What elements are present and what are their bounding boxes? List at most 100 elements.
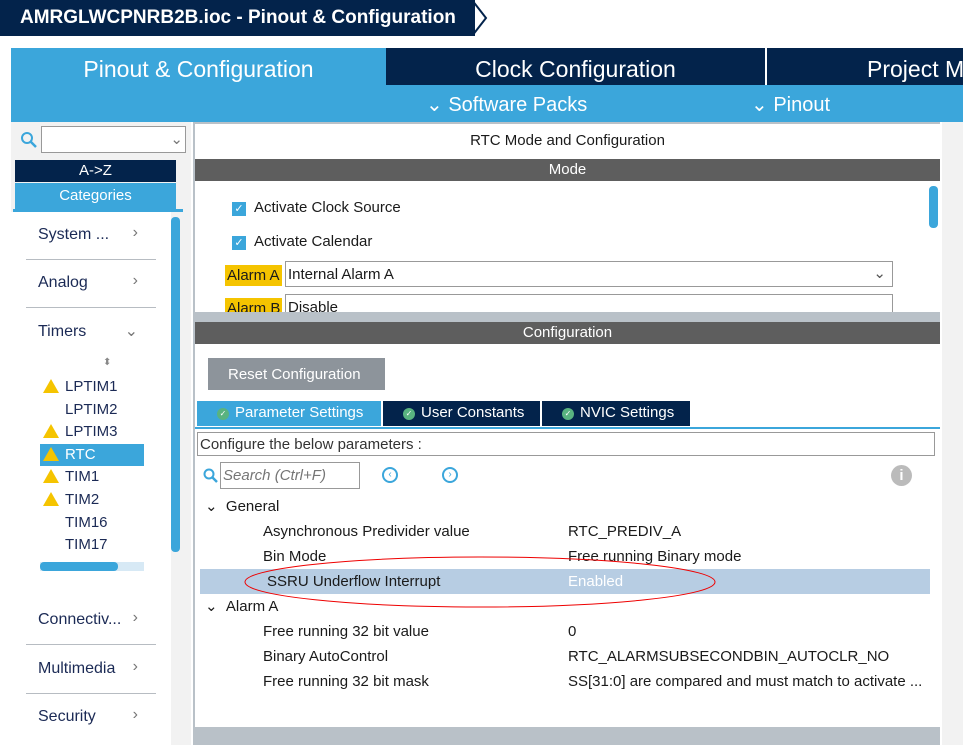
mode-header: Mode [195, 159, 940, 181]
tab-label: NVIC Settings [580, 404, 675, 421]
param-row[interactable]: Free running 32 bit value 0 [200, 619, 930, 644]
mode-panel: RTC Mode and Configuration Mode ✓ Activat… [195, 124, 940, 312]
activate-clock-checkbox[interactable]: ✓ Activate Clock Source [232, 199, 401, 216]
horizontal-scrollbar[interactable] [40, 562, 144, 571]
category-system-core[interactable]: System ... › [26, 212, 156, 260]
group-general[interactable]: ⌄ General [205, 497, 279, 515]
mode-scrollbar[interactable] [929, 186, 938, 228]
param-name: Free running 32 bit value [263, 623, 429, 640]
select-value: Internal Alarm A [288, 266, 394, 283]
software-packs-menu[interactable]: ⌄ Software Packs [426, 92, 587, 117]
category-multimedia[interactable]: Multimedia › [26, 646, 156, 694]
timer-item-lptim2[interactable]: LPTIM2 [40, 399, 144, 421]
activate-calendar-checkbox[interactable]: ✓ Activate Calendar [232, 233, 372, 250]
tab-pinout-configuration[interactable]: Pinout & Configuration [11, 48, 386, 85]
check-circle-icon: ✓ [217, 408, 229, 420]
configure-description: Configure the below parameters : [197, 432, 935, 456]
tab-nvic-settings[interactable]: ✓ NVIC Settings [542, 401, 690, 426]
tab-label: Parameter Settings [235, 404, 364, 421]
info-icon[interactable]: i [891, 465, 912, 486]
parameter-search-input[interactable] [220, 462, 360, 489]
param-value: SS[31:0] are compared and must match to … [568, 673, 923, 690]
param-name: Free running 32 bit mask [263, 673, 429, 690]
warning-icon [43, 424, 59, 439]
divider [195, 427, 940, 429]
main-tabs: Pinout & Configuration Clock Configurati… [11, 48, 963, 85]
pinout-label: Pinout [773, 94, 831, 116]
alarm-b-label: Alarm B [225, 298, 283, 312]
category-security[interactable]: Security › [26, 694, 156, 742]
timer-label: LPTIM1 [65, 378, 118, 395]
category-label: Security [38, 708, 96, 725]
previous-result-icon[interactable]: ‹ [382, 467, 398, 483]
category-connectivity[interactable]: Connectiv... › [26, 597, 156, 645]
next-result-icon[interactable]: › [442, 467, 458, 483]
search-input[interactable]: ⌄ [41, 126, 186, 153]
chevron-right-icon: › [132, 224, 138, 241]
param-row[interactable]: Asynchronous Predivider value RTC_PREDIV_… [200, 519, 930, 544]
reset-configuration-button[interactable]: Reset Configuration [208, 358, 385, 390]
timer-item-lptim3[interactable]: LPTIM3 [40, 421, 144, 443]
timer-item-tim17[interactable]: TIM17 [40, 534, 144, 556]
checkbox-label: Activate Calendar [254, 233, 373, 250]
alarm-a-label: Alarm A [225, 265, 282, 286]
timer-label: TIM16 [65, 513, 108, 531]
param-value: RTC_ALARMSUBSECONDBIN_AUTOCLR_NO [568, 648, 890, 665]
category-timers[interactable]: Timers ⌄ [26, 309, 156, 357]
alarm-b-select[interactable]: Disable [285, 294, 893, 312]
select-value: Disable [288, 299, 339, 312]
alarm-a-select[interactable]: Internal Alarm A ⌄ [285, 261, 893, 287]
timer-item-tim16[interactable]: TIM16 [40, 512, 144, 534]
tab-parameter-settings[interactable]: ✓ Parameter Settings [197, 401, 381, 426]
chevron-down-icon: ⌄ [873, 265, 886, 282]
category-label: Connectiv... [38, 611, 122, 628]
configuration-header: Configuration [195, 322, 940, 344]
chevron-down-icon: ⌄ [124, 323, 138, 340]
software-packs-label: Software Packs [448, 94, 588, 116]
warning-icon [43, 446, 59, 461]
timer-item-tim2[interactable]: TIM2 [40, 489, 144, 511]
check-circle-icon: ✓ [403, 408, 415, 420]
timer-label: TIM17 [65, 536, 108, 554]
category-label: Analog [38, 274, 88, 291]
timer-label: TIM2 [65, 491, 100, 508]
category-label: System ... [38, 226, 110, 243]
category-label: Timers [38, 323, 87, 340]
sort-az-button[interactable]: A->Z [15, 160, 176, 182]
param-row[interactable]: Binary AutoControl RTC_ALARMSUBSECONDBIN_… [200, 644, 930, 669]
category-analog[interactable]: Analog › [26, 260, 156, 308]
checkbox-checked-icon: ✓ [232, 202, 246, 216]
timer-label: RTC [65, 445, 96, 463]
check-circle-icon: ✓ [562, 408, 574, 420]
tab-project-manager[interactable]: Project M [765, 48, 963, 85]
timer-label: LPTIM2 [65, 400, 118, 418]
chevron-right-icon: › [132, 272, 138, 289]
chevron-down-icon: ⌄ [205, 598, 218, 615]
warning-icon [43, 469, 59, 484]
timer-label: LPTIM3 [65, 423, 118, 441]
checkbox-checked-icon: ✓ [232, 236, 246, 250]
tab-label: User Constants [421, 404, 525, 421]
warning-icon [43, 492, 59, 506]
sort-icon[interactable]: ⬍ [103, 357, 111, 368]
sidebar-scrollbar[interactable] [171, 217, 180, 552]
sub-navbar: ⌄ Software Packs ⌄ Pinout [11, 85, 963, 122]
tab-clock-configuration[interactable]: Clock Configuration [388, 48, 763, 85]
param-value: 0 [568, 623, 577, 640]
pinout-menu[interactable]: ⌄ Pinout [751, 92, 830, 117]
tab-user-constants[interactable]: ✓ User Constants [383, 401, 540, 426]
chevron-right-icon: › [132, 609, 138, 626]
timer-item-lptim1[interactable]: LPTIM1 [40, 376, 144, 398]
param-value: RTC_PREDIV_A [568, 523, 682, 540]
timer-item-rtc[interactable]: RTC [40, 443, 144, 466]
category-label: Multimedia [38, 660, 116, 677]
group-alarm-a[interactable]: ⌄ Alarm A [205, 597, 278, 615]
red-annotation-ellipse [244, 556, 716, 608]
checkbox-label: Activate Clock Source [254, 199, 401, 216]
timer-item-tim1[interactable]: TIM1 [40, 466, 144, 488]
categories-button[interactable]: Categories [15, 183, 176, 209]
param-row[interactable]: Free running 32 bit mask SS[31:0] are com… [200, 669, 930, 694]
right-collapse-bar[interactable] [942, 122, 963, 745]
panel-title: RTC Mode and Configuration [470, 132, 665, 149]
timer-label: TIM1 [65, 468, 100, 486]
